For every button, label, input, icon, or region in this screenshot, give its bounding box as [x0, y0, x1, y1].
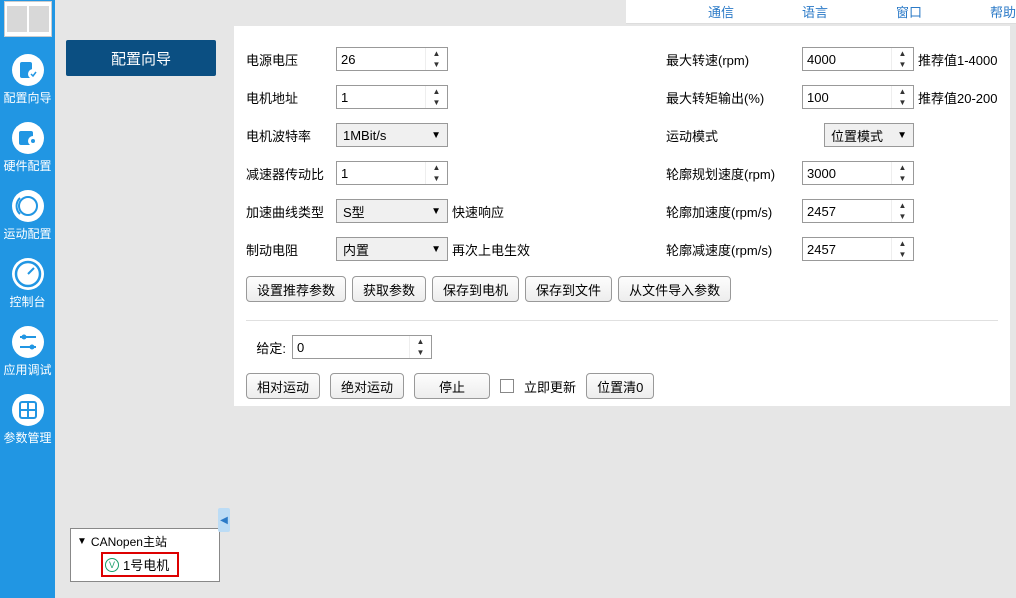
relative-move-button[interactable]: 相对运动 — [246, 373, 320, 399]
sidebar-label: 运动配置 — [3, 227, 51, 241]
chevron-down-icon: ▼ — [431, 244, 441, 255]
immediate-update-checkbox[interactable] — [500, 379, 514, 393]
check-circle-icon: V — [105, 558, 119, 572]
menu-comm[interactable]: 通信 — [708, 2, 734, 21]
profile-speed-input[interactable]: ▲▼ — [802, 161, 914, 185]
brake-select[interactable]: 内置▼ — [336, 237, 448, 261]
motor-addr-input[interactable]: ▲▼ — [336, 85, 448, 109]
hint-max-rpm: 推荐值1-4000 — [918, 50, 997, 69]
sidebar-label: 控制台 — [9, 295, 45, 309]
motion-icon — [9, 187, 47, 225]
sidebar-label: 应用调试 — [3, 363, 51, 377]
sidebar-label: 硬件配置 — [3, 159, 51, 173]
device-tree: ▼ CANopen主站 V 1号电机 — [70, 528, 220, 582]
panel-collapse-handle[interactable]: ◀ — [218, 508, 230, 532]
menu-bar: 通信 语言 窗口 帮助 — [626, 0, 1016, 24]
label-motor-addr: 电机地址 — [246, 88, 336, 107]
tree-child-motor1[interactable]: V 1号电机 — [101, 552, 179, 577]
label-supply-voltage: 电源电压 — [246, 50, 336, 69]
sidebar-label: 配置向导 — [3, 91, 51, 105]
hint-max-torque: 推荐值20-200 — [918, 88, 997, 107]
chevron-down-icon: ▼ — [897, 130, 907, 141]
absolute-move-button[interactable]: 绝对运动 — [330, 373, 404, 399]
wizard-icon — [9, 51, 47, 89]
menu-lang[interactable]: 语言 — [802, 2, 828, 21]
sidebar-item-wizard[interactable]: 配置向导 — [0, 51, 55, 105]
setpoint-input[interactable]: ▲▼ — [292, 335, 432, 359]
label-max-torque: 最大转矩输出(%) — [666, 88, 802, 107]
tree-panel: 配置向导 ▼ CANopen主站 V 1号电机 — [60, 40, 220, 580]
chevron-down-icon: ▼ — [431, 130, 441, 141]
sliders-icon — [9, 323, 47, 361]
tree-root[interactable]: ▼ CANopen主站 — [77, 533, 217, 550]
menu-window[interactable]: 窗口 — [896, 2, 922, 21]
label-profile-speed: 轮廓规划速度(rpm) — [666, 164, 802, 183]
gear-icon — [9, 119, 47, 157]
baud-select[interactable]: 1MBit/s▼ — [336, 123, 448, 147]
chevron-down-icon: ▼ — [431, 206, 441, 217]
max-torque-input[interactable]: ▲▼ — [802, 85, 914, 109]
accel-curve-note: 快速响应 — [452, 202, 504, 221]
sidebar-item-appdebug[interactable]: 应用调试 — [0, 323, 55, 377]
caret-down-icon: ▼ — [77, 536, 87, 547]
menu-help[interactable]: 帮助 — [990, 2, 1016, 21]
label-max-rpm: 最大转速(rpm) — [666, 50, 802, 69]
max-rpm-input[interactable]: ▲▼ — [802, 47, 914, 71]
main-panel: 电源电压 ▲▼ 最大转速(rpm) ▲▼ 推荐值1-4000 电机地址 ▲▼ 最… — [234, 26, 1010, 406]
label-profile-accel: 轮廓加速度(rpm/s) — [666, 202, 802, 221]
label-brake: 制动电阻 — [246, 240, 336, 259]
label-gear-ratio: 减速器传动比 — [246, 164, 336, 183]
label-immediate-update: 立即更新 — [524, 377, 576, 396]
label-baud: 电机波特率 — [246, 126, 336, 145]
mode-select[interactable]: 位置模式▼ — [824, 123, 914, 147]
label-profile-decel: 轮廓减速度(rpm/s) — [666, 240, 802, 259]
config-wizard-button[interactable]: 配置向导 — [66, 40, 216, 76]
save-to-motor-button[interactable]: 保存到电机 — [432, 276, 519, 302]
sidebar-item-motion[interactable]: 运动配置 — [0, 187, 55, 241]
accel-curve-select[interactable]: S型▼ — [336, 199, 448, 223]
tree-root-label: CANopen主站 — [91, 533, 167, 550]
profile-accel-input[interactable]: ▲▼ — [802, 199, 914, 223]
brake-note: 再次上电生效 — [452, 240, 530, 259]
sidebar: 配置向导 硬件配置 运动配置 控制台 应用调试 参数管理 — [0, 0, 55, 598]
supply-voltage-input[interactable]: ▲▼ — [336, 47, 448, 71]
sidebar-label: 参数管理 — [3, 431, 51, 445]
get-params-button[interactable]: 获取参数 — [352, 276, 426, 302]
load-from-file-button[interactable]: 从文件导入参数 — [618, 276, 731, 302]
label-setpoint: 给定: — [246, 338, 286, 357]
table-icon — [9, 391, 47, 429]
save-to-file-button[interactable]: 保存到文件 — [525, 276, 612, 302]
divider — [246, 320, 998, 321]
gauge-icon — [9, 255, 47, 293]
position-zero-button[interactable]: 位置清0 — [586, 373, 654, 399]
app-logo-icon — [4, 1, 52, 37]
sidebar-item-params[interactable]: 参数管理 — [0, 391, 55, 445]
label-accel-curve: 加速曲线类型 — [246, 202, 336, 221]
stop-button[interactable]: 停止 — [414, 373, 490, 399]
sidebar-item-console[interactable]: 控制台 — [0, 255, 55, 309]
gear-ratio-input[interactable]: ▲▼ — [336, 161, 448, 185]
label-mode: 运动模式 — [666, 126, 802, 145]
tree-child-label: 1号电机 — [123, 555, 169, 574]
set-default-button[interactable]: 设置推荐参数 — [246, 276, 346, 302]
profile-decel-input[interactable]: ▲▼ — [802, 237, 914, 261]
sidebar-item-hardware[interactable]: 硬件配置 — [0, 119, 55, 173]
